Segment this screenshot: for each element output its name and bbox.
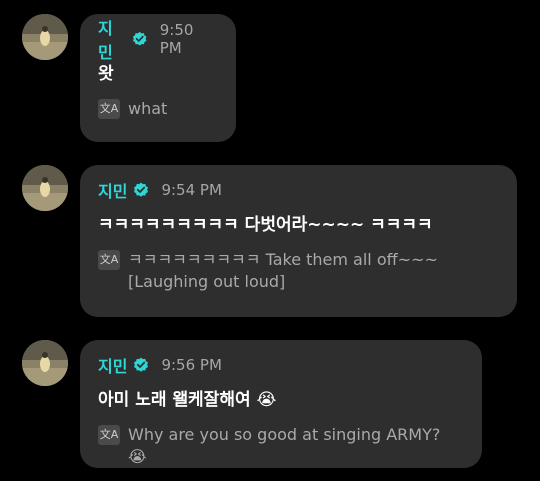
translate-icon: 文A — [98, 425, 120, 445]
author-name[interactable]: 지민 — [98, 15, 126, 63]
avatar[interactable] — [22, 340, 68, 386]
message-bubble: 지민 9:50 PM 왓 文A what — [80, 14, 236, 142]
message-header: 지민 9:54 PM — [98, 179, 499, 201]
translation-row: 文A what — [98, 98, 218, 120]
translation-row: 文A ㅋㅋㅋㅋㅋㅋㅋㅋㅋ Take them all off~~~ [Laugh… — [98, 249, 499, 293]
message-bubble: 지민 9:54 PM ㅋㅋㅋㅋㅋㅋㅋㅋㅋ 다벗어라~~~~ ㅋㅋㅋㅋ 文A ㅋㅋ… — [80, 165, 517, 317]
message-time: 9:56 PM — [161, 356, 222, 374]
message-header: 지민 9:56 PM — [98, 354, 464, 376]
message-header: 지민 9:50 PM — [98, 19, 218, 62]
verified-badge-icon — [134, 182, 149, 197]
message-time: 9:50 PM — [159, 21, 194, 57]
translation-text: Why are you so good at singing ARMY? 😭 — [128, 425, 441, 466]
message-text: ㅋㅋㅋㅋㅋㅋㅋㅋㅋ 다벗어라~~~~ ㅋㅋㅋㅋ — [98, 215, 433, 235]
author-name[interactable]: 지민 — [98, 178, 127, 202]
verified-badge-icon — [133, 31, 147, 46]
message-text: 왓 — [98, 64, 114, 84]
translation-text: what — [128, 99, 168, 118]
translate-icon: 文A — [98, 99, 120, 119]
translate-icon: 文A — [98, 250, 120, 270]
message-text: 아미 노래 왤케잘해여 😭 — [98, 390, 277, 410]
author-name[interactable]: 지민 — [98, 353, 127, 377]
avatar[interactable] — [22, 165, 68, 211]
message-bubble: 지민 9:56 PM 아미 노래 왤케잘해여 😭 文A Why are you … — [80, 340, 482, 468]
translation-text: ㅋㅋㅋㅋㅋㅋㅋㅋㅋ Take them all off~~~ [Laughing… — [128, 250, 438, 291]
avatar[interactable] — [22, 14, 68, 60]
message-time: 9:54 PM — [161, 181, 222, 199]
verified-badge-icon — [134, 357, 149, 372]
translation-row: 文A Why are you so good at singing ARMY? … — [98, 424, 464, 468]
